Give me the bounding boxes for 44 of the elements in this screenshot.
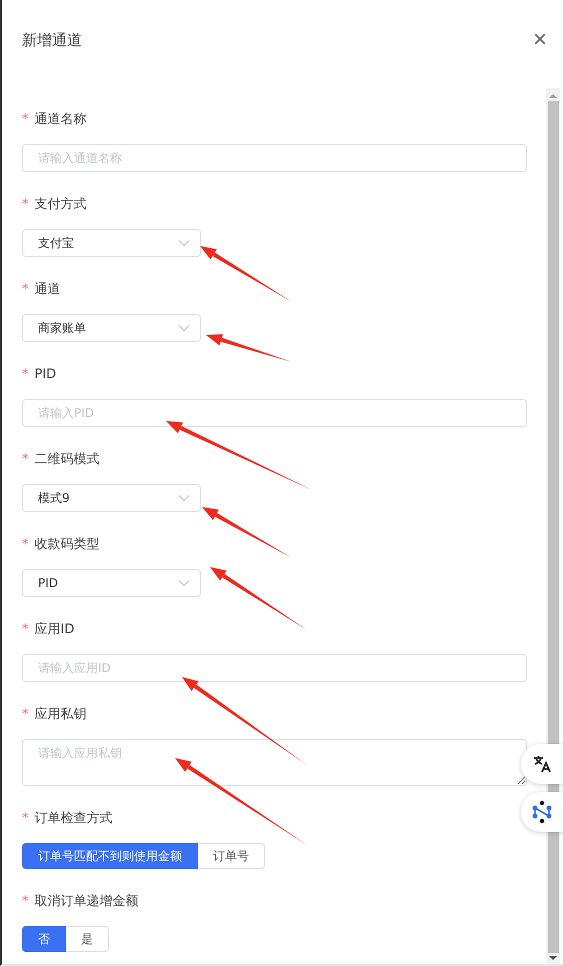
chevron-down-icon xyxy=(178,324,190,332)
field-label: 订单检查方式 xyxy=(34,811,112,826)
segment-option[interactable]: 是 xyxy=(66,926,109,952)
select-field[interactable]: 支付宝 xyxy=(22,229,201,257)
segment-option[interactable]: 订单号匹配不到则使用金额 xyxy=(22,843,198,869)
input-field[interactable]: 请输入应用ID xyxy=(22,654,527,682)
select-field[interactable]: PID xyxy=(22,569,201,597)
segment-option[interactable]: 订单号 xyxy=(198,843,265,869)
input-field[interactable]: 请输入通道名称 xyxy=(22,144,527,172)
field-label: 取消订单递增金额 xyxy=(34,894,138,909)
required-mark: * xyxy=(22,537,28,552)
field-label: 应用ID xyxy=(34,622,74,637)
required-mark: * xyxy=(22,894,28,909)
dialog-title: 新增通道 xyxy=(22,30,82,50)
required-mark: * xyxy=(22,622,28,637)
translate-icon xyxy=(532,754,552,774)
required-mark: * xyxy=(22,452,28,467)
field-label: 应用私钥 xyxy=(34,707,86,722)
select-field[interactable]: 模式9 xyxy=(22,484,201,512)
field-label: PID xyxy=(34,367,56,382)
required-mark: * xyxy=(22,367,28,382)
textarea-field[interactable]: 请输入应用私钥 xyxy=(22,739,527,786)
field-label: 支付方式 xyxy=(34,197,86,212)
scrollbar[interactable] xyxy=(546,88,560,964)
field-label: 二维码模式 xyxy=(34,452,100,467)
required-mark: * xyxy=(22,707,28,722)
close-button[interactable]: × xyxy=(532,30,547,50)
translate-button[interactable] xyxy=(521,744,563,784)
required-mark: * xyxy=(22,282,28,297)
required-mark: * xyxy=(22,112,28,127)
field-label: 通道名称 xyxy=(34,112,86,127)
segment-option[interactable]: 否 xyxy=(22,926,66,952)
chevron-down-icon xyxy=(178,494,190,502)
field-label: 收款码类型 xyxy=(34,537,100,552)
graph-button[interactable] xyxy=(521,792,563,832)
graph-nodes-icon xyxy=(531,800,553,824)
chevron-down-icon xyxy=(178,579,190,587)
scroll-down-icon[interactable] xyxy=(549,955,557,961)
input-field[interactable]: 请输入PID xyxy=(22,399,527,427)
select-field[interactable]: 商家账单 xyxy=(22,314,201,342)
required-mark: * xyxy=(22,197,28,212)
required-mark: * xyxy=(22,811,28,826)
field-label: 通道 xyxy=(34,282,60,297)
chevron-down-icon xyxy=(178,239,190,247)
